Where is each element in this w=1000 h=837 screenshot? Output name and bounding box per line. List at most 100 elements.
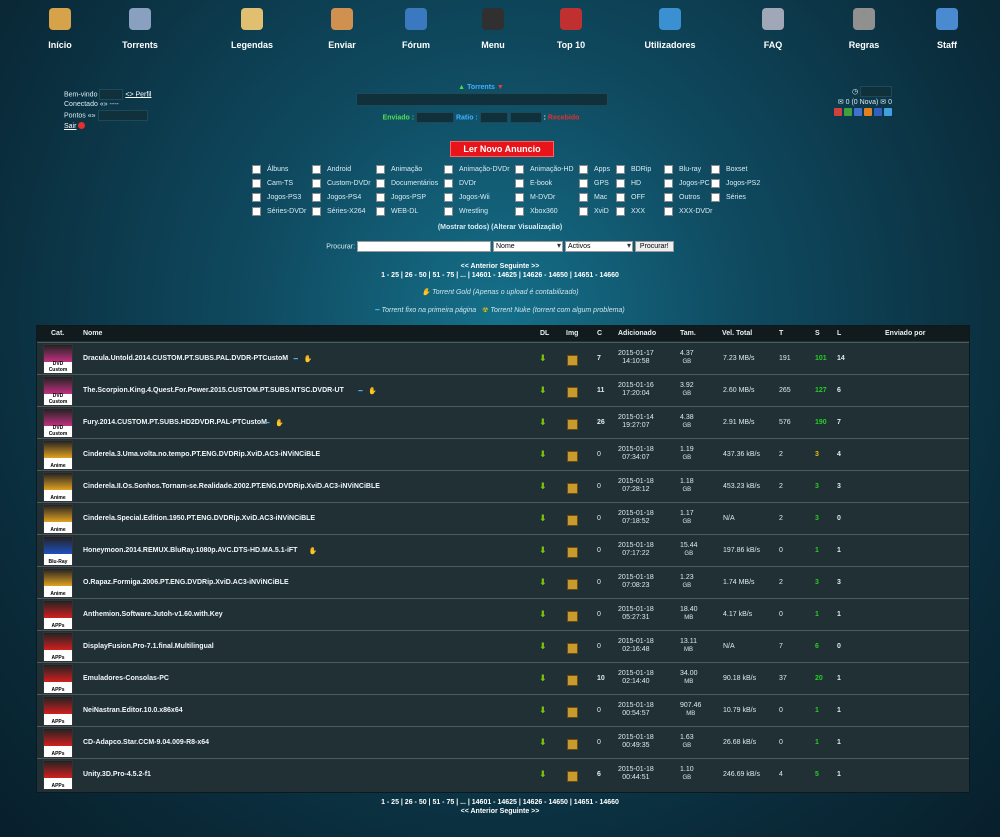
checkbox[interactable] — [515, 179, 524, 188]
image-icon[interactable] — [567, 547, 578, 560]
comments-count[interactable]: 0 — [597, 643, 601, 650]
leechers-count[interactable]: 4 — [837, 451, 841, 458]
nav-item-1[interactable]: Torrents — [100, 8, 180, 50]
twitter-icon[interactable] — [884, 108, 892, 117]
checkbox[interactable] — [444, 193, 453, 202]
download-icon[interactable]: ⬇ — [539, 737, 547, 748]
checkbox[interactable] — [616, 165, 625, 174]
feed-icon[interactable] — [864, 108, 873, 117]
category-checkbox[interactable]: Jogos-Wii — [444, 193, 490, 202]
category-checkbox[interactable]: WEB-DL — [376, 207, 418, 216]
rss-icon[interactable] — [834, 108, 843, 117]
category-icon[interactable]: Blu-Ray — [43, 536, 73, 566]
comments-count[interactable]: 26 — [597, 419, 605, 426]
download-icon[interactable]: ⬇ — [539, 609, 547, 620]
category-checkbox[interactable]: XXX — [616, 207, 645, 216]
category-checkbox[interactable]: Boxset — [711, 165, 747, 174]
torrent-name-link[interactable]: Dracula.Untold.2014.CUSTOM.PT.SUBS.PAL.D… — [83, 355, 288, 362]
checkbox[interactable] — [312, 207, 321, 216]
category-icon[interactable]: DVD Custom — [43, 376, 73, 406]
comments-count[interactable]: 7 — [597, 355, 601, 362]
profile-link[interactable]: <> Perfil — [125, 91, 151, 98]
checkbox[interactable] — [664, 179, 673, 188]
checkbox[interactable] — [616, 179, 625, 188]
category-checkbox[interactable]: M-DVDr — [515, 193, 555, 202]
checkbox[interactable] — [252, 193, 261, 202]
leechers-count[interactable]: 3 — [837, 483, 841, 490]
category-checkbox[interactable]: Wrestling — [444, 207, 488, 216]
image-icon[interactable] — [567, 451, 578, 464]
torrent-name-link[interactable]: The.Scorpion.King.4.Quest.For.Power.2015… — [83, 387, 344, 394]
pager-bottom-pages[interactable]: 1 - 25 | 26 - 50 | 51 - 75 | ... | 14601… — [0, 799, 1000, 806]
checkbox[interactable] — [664, 165, 673, 174]
checkbox[interactable] — [252, 179, 261, 188]
torrents-link[interactable]: Torrents — [467, 84, 495, 91]
checkbox[interactable] — [312, 165, 321, 174]
read-ad-button[interactable]: Ler Novo Anuncio — [450, 141, 554, 157]
comments-count[interactable]: 0 — [597, 515, 601, 522]
image-icon[interactable] — [567, 675, 578, 688]
category-icon[interactable]: Anime — [43, 568, 73, 598]
leechers-count[interactable]: 0 — [837, 643, 841, 650]
seeders-count[interactable]: 1 — [815, 739, 819, 746]
comments-count[interactable]: 0 — [597, 579, 601, 586]
facebook-icon[interactable] — [874, 108, 882, 117]
category-checkbox[interactable]: Jogos-PS2 — [711, 179, 760, 188]
header-c[interactable]: C — [597, 330, 602, 337]
category-icon[interactable]: APPs — [43, 664, 73, 694]
download-icon[interactable]: ⬇ — [539, 417, 547, 428]
leechers-count[interactable]: 1 — [837, 675, 841, 682]
leechers-count[interactable]: 14 — [837, 355, 845, 362]
category-checkbox[interactable]: XviD — [579, 207, 609, 216]
category-checkbox[interactable]: Jogos-PC — [664, 179, 710, 188]
header-t[interactable]: T — [779, 330, 783, 337]
seeders-count[interactable]: 1 — [815, 611, 819, 618]
checkbox[interactable] — [444, 207, 453, 216]
category-icon[interactable]: APPs — [43, 696, 73, 726]
category-links[interactable]: (Mostrar todos) (Alterar Visualização) — [0, 224, 1000, 231]
checkbox[interactable] — [376, 193, 385, 202]
category-icon[interactable]: DVD Custom — [43, 344, 73, 374]
checkbox[interactable] — [664, 207, 673, 216]
image-icon[interactable] — [567, 771, 578, 784]
torrent-name-link[interactable]: Cinderela.3.Uma.volta.no.tempo.PT.ENG.DV… — [83, 451, 320, 458]
download-icon[interactable]: ⬇ — [539, 513, 547, 524]
seeders-count[interactable]: 101 — [815, 355, 827, 362]
category-checkbox[interactable]: Apps — [579, 165, 610, 174]
logout-icon[interactable] — [78, 122, 86, 130]
checkbox[interactable] — [312, 179, 321, 188]
category-checkbox[interactable]: OFF — [616, 193, 645, 202]
checkbox[interactable] — [711, 179, 720, 188]
category-checkbox[interactable]: Android — [312, 165, 351, 174]
image-icon[interactable] — [567, 515, 578, 528]
image-icon[interactable] — [567, 483, 578, 496]
category-checkbox[interactable]: BDRip — [616, 165, 651, 174]
header-speed[interactable]: Vel. Total — [722, 330, 752, 337]
nav-item-0[interactable]: Início — [20, 8, 100, 50]
download-icon[interactable]: ⬇ — [539, 673, 547, 684]
checkbox[interactable] — [444, 165, 453, 174]
nav-item-7[interactable]: Utilizadores — [630, 8, 710, 50]
leechers-count[interactable]: 1 — [837, 707, 841, 714]
seeders-count[interactable]: 1 — [815, 707, 819, 714]
image-icon[interactable] — [567, 579, 578, 592]
seeders-count[interactable]: 20 — [815, 675, 823, 682]
checkbox[interactable] — [579, 193, 588, 202]
torrent-name-link[interactable]: NeiNastran.Editor.10.0.x86x64 — [83, 707, 183, 714]
category-checkbox[interactable]: Xbox360 — [515, 207, 558, 216]
torrent-name-link[interactable]: O.Rapaz.Formiga.2006.PT.ENG.DVDRip.XviD.… — [83, 579, 289, 586]
checkbox[interactable] — [376, 207, 385, 216]
nav-item-3[interactable]: Enviar — [302, 8, 382, 50]
header-l[interactable]: L — [837, 330, 841, 337]
nav-item-10[interactable]: Staff — [907, 8, 987, 50]
nav-item-2[interactable]: Legendas — [212, 8, 292, 50]
search-input[interactable] — [357, 241, 492, 252]
leechers-count[interactable]: 3 — [837, 579, 841, 586]
nav-item-5[interactable]: Menu — [453, 8, 533, 50]
checkbox[interactable] — [579, 179, 588, 188]
torrent-name-link[interactable]: Fury.2014.CUSTOM.PT.SUBS.HD2DVDR.PAL-PTC… — [83, 419, 267, 426]
torrent-name-link[interactable]: Unity.3D.Pro-4.5.2-f1 — [83, 771, 151, 778]
seeders-count[interactable]: 190 — [815, 419, 827, 426]
nav-item-9[interactable]: Regras — [824, 8, 904, 50]
category-checkbox[interactable]: Jogos-PS3 — [252, 193, 301, 202]
